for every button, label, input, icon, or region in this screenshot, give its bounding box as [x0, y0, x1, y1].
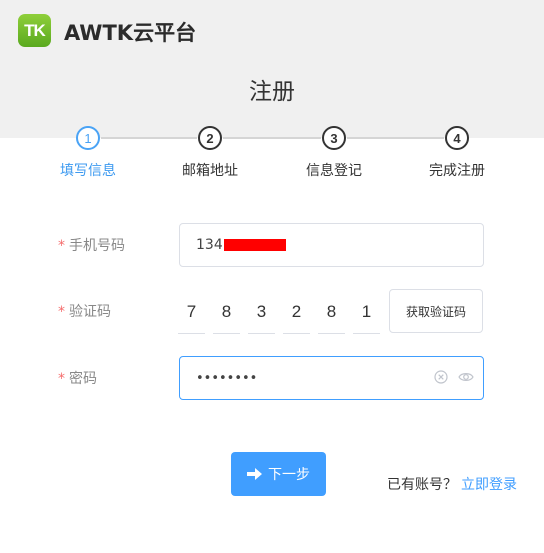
- get-code-button[interactable]: 获取验证码: [389, 289, 483, 333]
- arrow-right-icon: [247, 468, 262, 480]
- step-4-label: 完成注册: [429, 163, 485, 179]
- step-4-circle: 4: [445, 126, 469, 150]
- has-account-text: 已有账号？: [387, 477, 457, 493]
- phone-input[interactable]: 134: [179, 223, 484, 267]
- redaction-bar: [223, 239, 286, 251]
- required-mark: *: [58, 238, 65, 254]
- code-digit-2[interactable]: 8: [213, 290, 240, 334]
- password-value: ••••••••: [196, 370, 258, 386]
- phone-value: 134: [196, 237, 223, 253]
- code-digit-6[interactable]: 1: [353, 290, 380, 334]
- clear-icon[interactable]: [434, 370, 448, 384]
- eye-icon[interactable]: [458, 370, 474, 384]
- password-label-text: 密码: [69, 371, 97, 387]
- code-digit-4[interactable]: 2: [283, 290, 310, 334]
- code-label-text: 验证码: [69, 304, 111, 320]
- code-digit-5[interactable]: 8: [318, 290, 345, 334]
- password-label: * 密码: [58, 368, 97, 388]
- phone-label: * 手机号码: [58, 235, 125, 255]
- code-label: * 验证码: [58, 301, 111, 321]
- step-connector: [347, 137, 444, 139]
- step-connector: [101, 137, 197, 139]
- brand-name: AWTK云平台: [64, 21, 197, 45]
- next-step-label: 下一步: [268, 467, 310, 483]
- step-1-label: 填写信息: [60, 163, 116, 179]
- page-title: 注册: [249, 79, 295, 105]
- required-mark: *: [58, 371, 65, 387]
- step-3-circle: 3: [322, 126, 346, 150]
- step-2-label: 邮箱地址: [182, 163, 238, 179]
- login-link[interactable]: 立即登录: [461, 477, 517, 493]
- awtk-logo: TK: [18, 14, 51, 47]
- step-1-circle: 1: [76, 126, 100, 150]
- next-step-button[interactable]: 下一步: [231, 452, 326, 496]
- code-digit-1[interactable]: 7: [178, 290, 205, 334]
- required-mark: *: [58, 304, 65, 320]
- phone-label-text: 手机号码: [69, 238, 125, 254]
- step-connector: [223, 137, 321, 139]
- step-2-circle: 2: [198, 126, 222, 150]
- code-digit-3[interactable]: 3: [248, 290, 275, 334]
- step-3-label: 信息登记: [306, 163, 362, 179]
- has-account-prompt: 已有账号？ 立即登录: [387, 474, 517, 494]
